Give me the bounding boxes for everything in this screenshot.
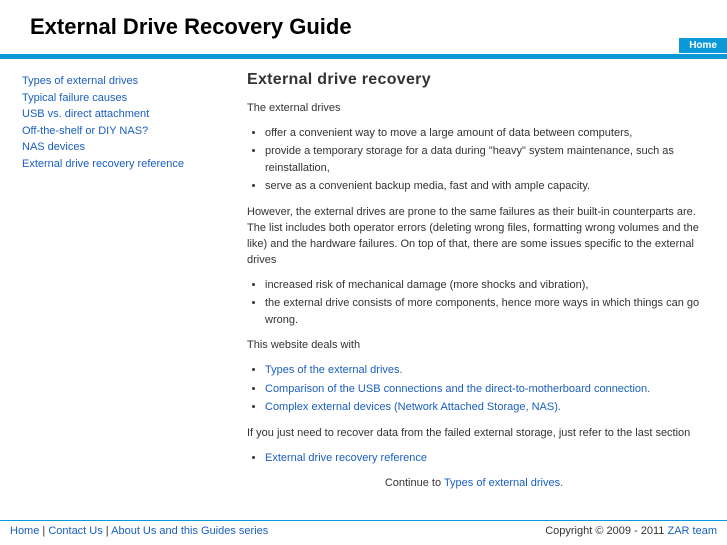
footer-home-link[interactable]: Home — [10, 525, 39, 537]
continue-link[interactable]: Types of external drives. — [444, 477, 563, 489]
top-bar: Home — [0, 54, 727, 59]
footer-links: Home | Contact Us | About Us and this Gu… — [10, 525, 268, 537]
list-item: offer a convenient way to move a large a… — [265, 125, 701, 142]
list-item: serve as a convenient backup media, fast… — [265, 178, 701, 195]
link-types[interactable]: Types of the external drives. — [265, 364, 403, 376]
list-item: provide a temporary storage for a data d… — [265, 143, 701, 176]
header: External Drive Recovery Guide — [0, 0, 727, 54]
body-text: However, the external drives are prone t… — [247, 205, 701, 269]
zar-team-link[interactable]: ZAR team — [667, 525, 717, 537]
footer-about-link[interactable]: About Us and this Guides series — [111, 525, 268, 537]
separator: | — [103, 525, 111, 537]
list-item: Types of the external drives. — [265, 362, 701, 379]
footer-copyright: Copyright © 2009 - 2011 ZAR team — [545, 525, 717, 537]
content-container: Types of external drives Typical failure… — [0, 59, 727, 520]
page-title: External Drive Recovery Guide — [30, 14, 727, 40]
sidebar-item-types[interactable]: Types of external drives — [22, 73, 217, 90]
separator: | — [39, 525, 48, 537]
continue-prefix: Continue to — [385, 477, 444, 489]
copyright-text: Copyright © 2009 - 2011 — [545, 525, 667, 537]
link-comparison[interactable]: Comparison of the USB connections and th… — [265, 383, 650, 395]
link-nas[interactable]: Complex external devices (Network Attach… — [265, 401, 561, 413]
list-item: increased risk of mechanical damage (mor… — [265, 277, 701, 294]
sidebar-item-causes[interactable]: Typical failure causes — [22, 90, 217, 107]
article-heading: External drive recovery — [247, 71, 701, 89]
list-item: Complex external devices (Network Attach… — [265, 399, 701, 416]
sidebar-item-usb[interactable]: USB vs. direct attachment — [22, 106, 217, 123]
issues-list: increased risk of mechanical damage (mor… — [251, 277, 701, 329]
reference-list: External drive recovery reference — [251, 450, 701, 467]
benefits-list: offer a convenient way to move a large a… — [251, 125, 701, 195]
home-tab[interactable]: Home — [679, 38, 727, 53]
sidebar-item-diy-nas[interactable]: Off-the-shelf or DIY NAS? — [22, 123, 217, 140]
intro-text: The external drives — [247, 101, 701, 117]
list-item: External drive recovery reference — [265, 450, 701, 467]
body-text: If you just need to recover data from th… — [247, 426, 701, 442]
list-item: Comparison of the USB connections and th… — [265, 381, 701, 398]
footer: Home | Contact Us | About Us and this Gu… — [0, 521, 727, 545]
body-text: This website deals with — [247, 338, 701, 354]
sidebar-item-reference[interactable]: External drive recovery reference — [22, 156, 217, 173]
footer-contact-link[interactable]: Contact Us — [48, 525, 102, 537]
continue-text: Continue to Types of external drives. — [247, 476, 701, 492]
link-reference[interactable]: External drive recovery reference — [265, 452, 427, 464]
sidebar-item-nas[interactable]: NAS devices — [22, 139, 217, 156]
topics-list: Types of the external drives. Comparison… — [251, 362, 701, 416]
main-content: External drive recovery The external dri… — [217, 71, 711, 500]
list-item: the external drive consists of more comp… — [265, 295, 701, 328]
sidebar: Types of external drives Typical failure… — [22, 71, 217, 500]
